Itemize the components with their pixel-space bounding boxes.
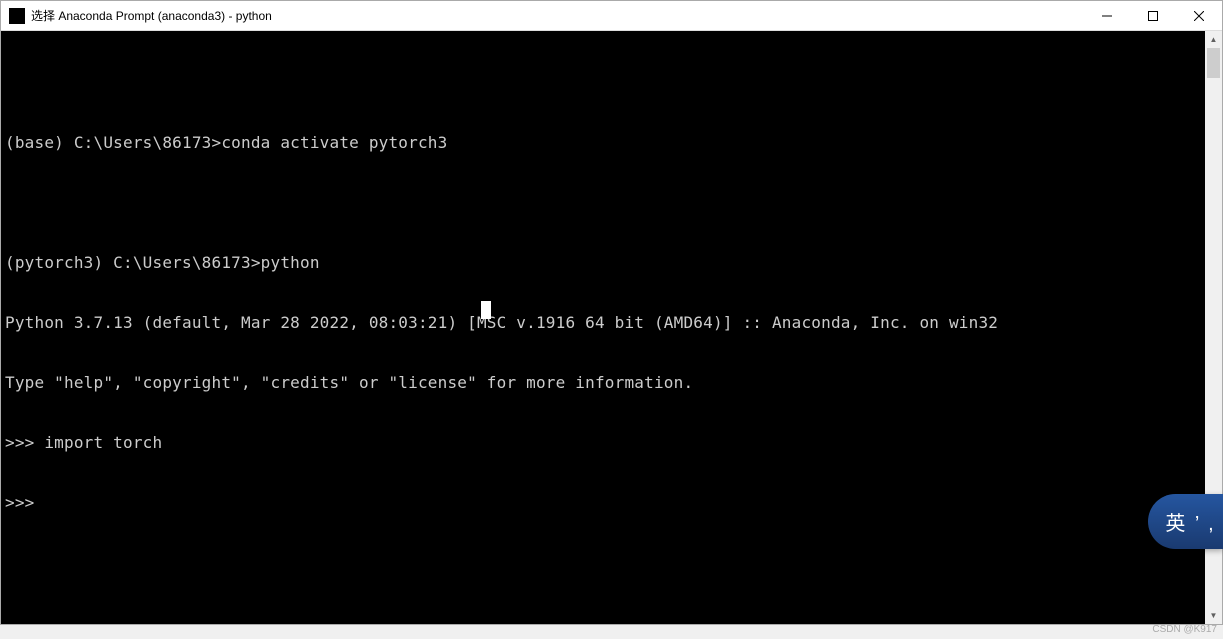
watermark-text: CSDN @K917: [1152, 624, 1217, 635]
close-icon: [1194, 11, 1204, 21]
maximize-icon: [1148, 11, 1158, 21]
scrollbar-thumb[interactable]: [1207, 48, 1220, 78]
terminal-line: (base) C:\Users\86173>conda activate pyt…: [5, 133, 1218, 153]
ime-label: 英 ’ ,: [1165, 507, 1215, 536]
terminal-line: [5, 193, 1218, 213]
terminal-line: [5, 73, 1218, 93]
text-cursor: [481, 301, 491, 319]
titlebar[interactable]: 选择 Anaconda Prompt (anaconda3) - python: [1, 1, 1222, 31]
terminal-area[interactable]: (base) C:\Users\86173>conda activate pyt…: [1, 31, 1222, 624]
scroll-down-arrow-icon[interactable]: ▼: [1205, 607, 1222, 624]
terminal-line: >>> import torch: [5, 433, 1218, 453]
terminal-line: Python 3.7.13 (default, Mar 28 2022, 08:…: [5, 313, 1218, 333]
scroll-up-arrow-icon[interactable]: ▲: [1205, 31, 1222, 48]
terminal-window: 选择 Anaconda Prompt (anaconda3) - python …: [0, 0, 1223, 625]
minimize-button[interactable]: [1084, 1, 1130, 30]
ime-indicator[interactable]: 英 ’ ,: [1148, 494, 1223, 549]
window-controls: [1084, 1, 1222, 30]
close-button[interactable]: [1176, 1, 1222, 30]
maximize-button[interactable]: [1130, 1, 1176, 30]
terminal-line: (pytorch3) C:\Users\86173>python: [5, 253, 1218, 273]
window-title: 选择 Anaconda Prompt (anaconda3) - python: [31, 7, 1084, 24]
terminal-line: Type "help", "copyright", "credits" or "…: [5, 373, 1218, 393]
terminal-line: >>>: [5, 493, 1218, 513]
minimize-icon: [1102, 11, 1112, 21]
app-icon: [9, 8, 25, 24]
